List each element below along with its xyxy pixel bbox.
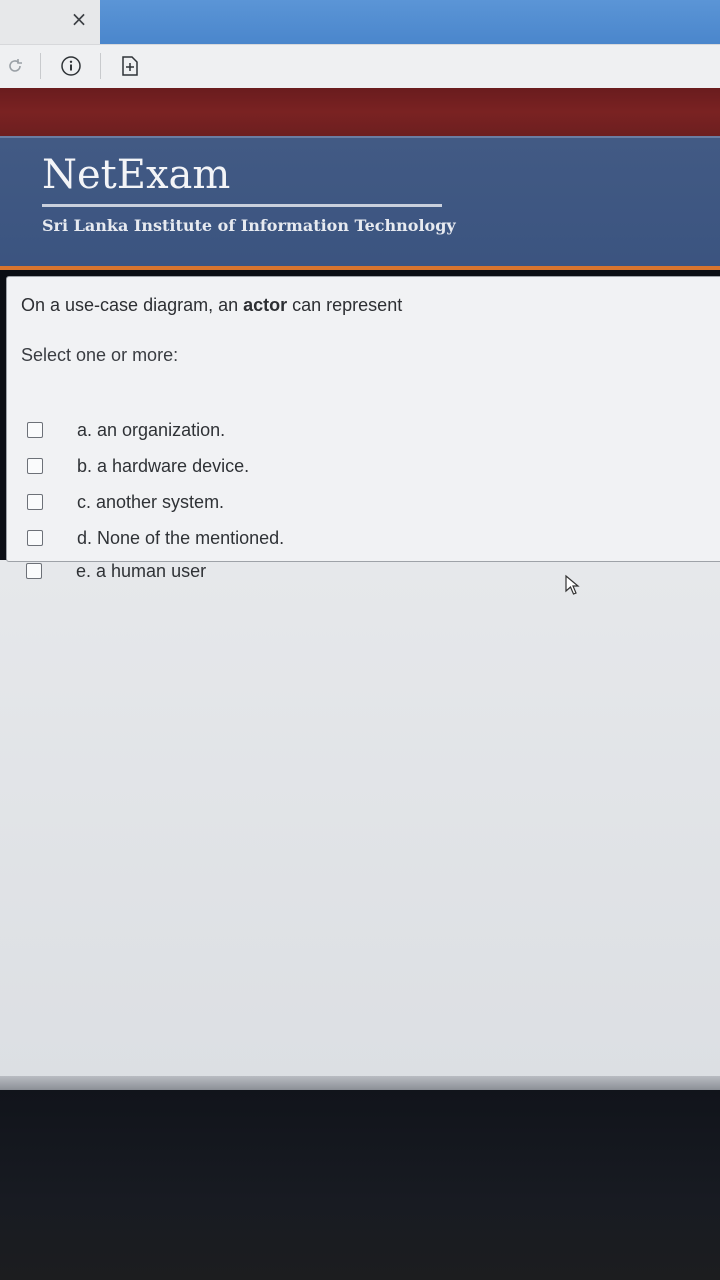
answer-option-e[interactable]: e. a human user <box>26 558 206 584</box>
browser-tabstrip: × <box>0 0 720 44</box>
info-icon[interactable] <box>58 53 84 79</box>
site-top-band <box>0 88 720 136</box>
checkbox[interactable] <box>27 530 43 546</box>
answer-option-d[interactable]: d. None of the mentioned. <box>27 525 284 551</box>
add-page-icon[interactable] <box>117 53 143 79</box>
mouse-pointer-icon <box>564 574 582 596</box>
option-label: c. another system. <box>77 491 225 512</box>
answer-option-c[interactable]: c. another system. <box>27 489 224 515</box>
page-background <box>0 560 720 1080</box>
netexam-logo: NetExam <box>42 152 231 198</box>
option-label: b. a hardware device. <box>77 455 250 476</box>
reload-icon[interactable] <box>2 53 28 79</box>
question-keyword: actor <box>243 295 288 315</box>
toolbar-divider <box>40 53 41 79</box>
question-text: On a use-case diagram, an actor can repr… <box>21 295 403 315</box>
checkbox[interactable] <box>27 494 43 510</box>
browser-toolbar <box>0 44 720 89</box>
answer-option-a[interactable]: a. an organization. <box>27 417 225 443</box>
active-tab[interactable] <box>100 0 720 44</box>
site-header: NetExam Sri Lanka Institute of Informati… <box>0 136 720 268</box>
photo-frame: × NetExam Sri Lanka Institute of Informa… <box>0 0 720 1280</box>
select-prompt: Select one or more: <box>21 345 179 365</box>
option-label: a. an organization. <box>77 419 226 440</box>
answer-option-b[interactable]: b. a hardware device. <box>27 453 249 479</box>
option-label: e. a human user <box>76 560 207 581</box>
checkbox[interactable] <box>26 563 42 579</box>
institute-name: Sri Lanka Institute of Information Techn… <box>42 216 456 235</box>
checkbox[interactable] <box>27 422 43 438</box>
toolbar-divider <box>100 53 101 79</box>
header-accent-rule <box>0 266 720 270</box>
checkbox[interactable] <box>27 458 43 474</box>
close-tab-icon[interactable]: × <box>66 6 92 32</box>
question-card: On a use-case diagram, an actor can repr… <box>6 276 720 562</box>
monitor-bezel <box>0 1090 720 1280</box>
option-label: d. None of the mentioned. <box>77 527 285 548</box>
logo-underline <box>42 204 442 207</box>
